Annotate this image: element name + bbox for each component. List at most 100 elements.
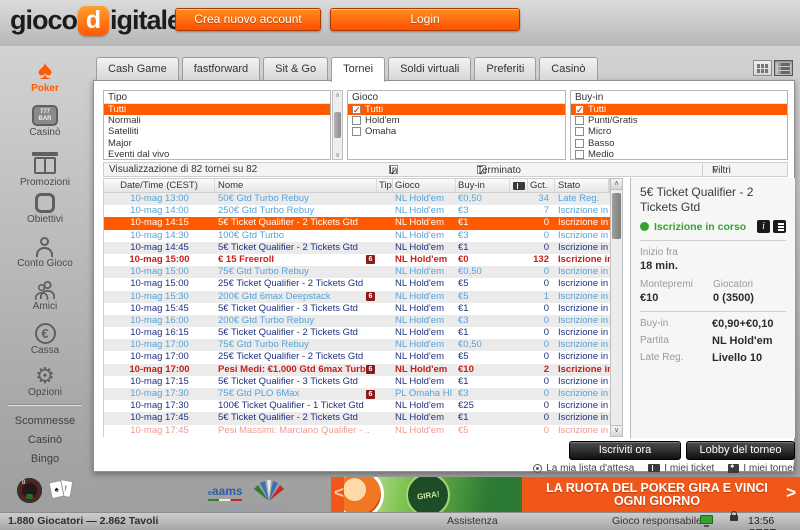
filter-option-punti-gratis[interactable]: Punti/Gratis bbox=[571, 115, 787, 126]
tipo-scrollbar-thumb[interactable] bbox=[334, 112, 341, 138]
cell-name: 100€ Gtd Turbo bbox=[218, 229, 285, 241]
create-account-button[interactable]: Crea nuovo account bbox=[175, 8, 321, 31]
filter-option-normali[interactable]: Normali bbox=[104, 115, 330, 126]
tipo-scrollbar[interactable]: ∧ ∨ bbox=[332, 90, 343, 160]
cell-gioco: NL Hold'em bbox=[395, 314, 444, 326]
filter-option-omaha[interactable]: Omaha bbox=[348, 126, 565, 137]
filter-option-satelliti[interactable]: Satelliti bbox=[104, 126, 330, 137]
sidebar-item-amici[interactable]: Amici bbox=[0, 280, 90, 312]
table-row[interactable]: 10-mag 15:45 5€ Ticket Qualifier - 3 Tick… bbox=[104, 303, 610, 315]
register-now-button[interactable]: Iscriviti ora bbox=[569, 441, 681, 460]
cell-stato: Iscrizione in corso bbox=[558, 302, 610, 314]
my-tournaments-link[interactable]: I miei tornei bbox=[728, 463, 795, 474]
cell-buyin: €10 bbox=[458, 363, 474, 375]
tab-fastforward[interactable]: fastforward bbox=[181, 57, 261, 80]
table-scrollbar[interactable]: ∧ ∨ bbox=[610, 178, 623, 437]
cell-name: 5€ Ticket Qualifier - 2 Tickets Gtd bbox=[218, 327, 358, 339]
assistenza-link[interactable]: Assistenza bbox=[447, 515, 498, 527]
my-tickets-link[interactable]: I miei ticket bbox=[648, 463, 714, 474]
table-row[interactable]: 10-mag 14:30 100€ Gtd Turbo NL Hold'em €3 0 I… bbox=[104, 230, 610, 242]
waitlist-link[interactable]: La mia lista d'attesa bbox=[533, 463, 634, 474]
gift-icon bbox=[32, 152, 58, 174]
tab-soldi-virtuali[interactable]: Soldi virtuali bbox=[388, 57, 472, 80]
table-row[interactable]: 10-mag 17:00 Pesi Medi: €1.000 Gtd 6max T… bbox=[104, 363, 610, 376]
sidebar-link-scommesse[interactable]: Scommesse bbox=[0, 415, 90, 427]
list-view-toggle[interactable] bbox=[774, 60, 793, 76]
cell-gioco: NL Hold'em bbox=[395, 229, 444, 241]
tab-casin-[interactable]: Casinò bbox=[539, 57, 598, 80]
col-ticket[interactable] bbox=[510, 179, 528, 192]
tab-sit-go[interactable]: Sit & Go bbox=[263, 57, 329, 80]
scroll-down-icon[interactable]: ∨ bbox=[335, 151, 340, 159]
tournament-lobby-button[interactable]: Lobby del torneo bbox=[686, 441, 795, 460]
col-stato[interactable]: Stato bbox=[555, 179, 609, 192]
table-row[interactable]: 10-mag 14:45 5€ Ticket Qualifier - 2 Tick… bbox=[104, 241, 610, 254]
table-row[interactable]: 10-mag 15:00 75€ Gtd Turbo Rebuy NL Hold'e… bbox=[104, 266, 610, 279]
filter-option-medio[interactable]: Medio bbox=[571, 149, 787, 160]
col-date[interactable]: Date/Time (CEST) bbox=[104, 179, 215, 192]
filtri-label: Filtri bbox=[712, 165, 731, 176]
scroll-up-icon[interactable]: ∧ bbox=[335, 91, 340, 99]
table-row[interactable]: 10-mag 15:30 200€ Gtd 6max Deepstack 6 NL H… bbox=[104, 290, 610, 303]
sidebar-item-promozioni[interactable]: Promozioni bbox=[0, 151, 90, 188]
table-row[interactable]: 10-mag 17:45 Pesi Massimi: Marciano Quali… bbox=[104, 425, 610, 437]
table-row[interactable]: 10-mag 17:45 5€ Ticket Qualifier - 2 Tick… bbox=[104, 412, 610, 425]
tab-preferiti[interactable]: Preferiti bbox=[474, 57, 537, 80]
table-row[interactable]: 10-mag 14:00 250€ Gtd Turbo Rebuy NL Hold'… bbox=[104, 205, 610, 217]
filter-option-tutti[interactable]: ✓ Tutti bbox=[571, 104, 787, 116]
table-layout-icon[interactable] bbox=[773, 220, 786, 233]
promo-banner[interactable]: < GIRA! LA RUOTA DEL POKER GIRA E VINCI … bbox=[331, 477, 800, 512]
filter-option-tutti[interactable]: Tutti bbox=[104, 104, 330, 116]
table-row[interactable]: 10-mag 17:15 5€ Ticket Qualifier - 3 Tick… bbox=[104, 376, 610, 388]
sidebar-item-cassa[interactable]: € Cassa bbox=[0, 323, 90, 356]
login-button[interactable]: Login bbox=[330, 8, 520, 31]
sidebar-link-casino[interactable]: Casinò bbox=[0, 434, 90, 446]
sidebar-item-poker[interactable]: ♠ Poker bbox=[0, 57, 90, 95]
filter-option-micro[interactable]: Micro bbox=[571, 126, 787, 137]
table-row[interactable]: 10-mag 16:00 200€ Gtd Turbo Rebuy NL Hold'… bbox=[104, 314, 610, 328]
table-row[interactable]: 10-mag 16:15 5€ Ticket Qualifier - 2 Tick… bbox=[104, 327, 610, 339]
tab-tornei[interactable]: Tornei bbox=[331, 57, 386, 82]
roulette-icon[interactable] bbox=[17, 478, 42, 503]
filter-option-hold-em[interactable]: Hold'em bbox=[348, 115, 565, 126]
table-row[interactable]: 10-mag 17:30 75€ Gtd PLO 6Max 6 PL Omaha HI… bbox=[104, 388, 610, 401]
table-row[interactable]: 10-mag 15:00 € 15 Freeroll 6 NL Hold'em €0 13… bbox=[104, 254, 610, 266]
banner-prev-icon[interactable]: < bbox=[334, 483, 344, 503]
cell-date: 10-mag 17:45 bbox=[130, 424, 189, 436]
filter-option-tutti[interactable]: ✓ Tutti bbox=[348, 104, 565, 116]
filter-option-major[interactable]: Major bbox=[104, 138, 330, 149]
table-row[interactable]: 10-mag 13:00 50€ Gtd Turbo Rebuy NL Hold'e… bbox=[104, 193, 610, 206]
cell-name: 75€ Gtd PLO 6Max 6 bbox=[215, 388, 377, 400]
table-scrollbar-thumb[interactable] bbox=[612, 193, 621, 239]
table-row[interactable]: 10-mag 17:00 25€ Ticket Qualifier - 2 Tic… bbox=[104, 351, 610, 363]
col-nome[interactable]: Nome bbox=[215, 179, 377, 192]
filter-option-label: Punti/Gratis bbox=[588, 115, 638, 127]
sidebar-item-casino[interactable]: 777 BAR Casinò bbox=[0, 105, 90, 138]
scroll-up-icon[interactable]: ∧ bbox=[611, 179, 622, 190]
cell-name: 200€ Gtd 6max Deepstack 6 bbox=[215, 291, 377, 303]
col-tipo[interactable]: Tipo bbox=[377, 179, 393, 192]
col-gioco[interactable]: Gioco bbox=[393, 179, 456, 192]
sidebar-item-opzioni[interactable]: ⚙ Opzioni bbox=[0, 365, 90, 399]
info-icon[interactable]: i bbox=[757, 220, 770, 233]
col-buyin[interactable]: Buy-in bbox=[456, 179, 510, 192]
scroll-down-icon[interactable]: ∨ bbox=[611, 425, 622, 436]
table-row[interactable]: 10-mag 14:15 5€ Ticket Qualifier - 2 Tick… bbox=[104, 217, 610, 230]
tiles-view-toggle[interactable] bbox=[753, 60, 772, 76]
responsible-gaming-link[interactable]: Gioco responsabile bbox=[612, 515, 702, 527]
cell-gct: 1 bbox=[543, 290, 549, 302]
col-gct[interactable]: Gct. bbox=[528, 179, 555, 192]
sidebar-link-bingo[interactable]: Bingo bbox=[0, 453, 90, 465]
detail-status: Iscrizione in corso bbox=[654, 220, 747, 233]
sidebar-item-conto-gioco[interactable]: Conto Gioco bbox=[0, 237, 90, 269]
playing-cards-icon[interactable]: ! ♠ bbox=[48, 478, 75, 503]
filter-option-basso[interactable]: Basso bbox=[571, 138, 787, 149]
table-row[interactable]: 10-mag 15:00 25€ Ticket Qualifier - 2 Tic… bbox=[104, 278, 610, 290]
banner-next-icon[interactable]: > bbox=[786, 483, 796, 503]
filter-option-eventi-dal-vivo[interactable]: Eventi dal vivo bbox=[104, 149, 330, 160]
table-row[interactable]: 10-mag 17:30 100€ Ticket Qualifier - 1 Ti… bbox=[104, 400, 610, 412]
sidebar-item-obiettivi[interactable]: Obiettivi bbox=[0, 193, 90, 225]
table-row[interactable]: 10-mag 17:00 75€ Gtd Turbo Rebuy NL Hold'e… bbox=[104, 339, 610, 352]
cell-date: 10-mag 16:15 bbox=[130, 327, 189, 339]
tab-cash-game[interactable]: Cash Game bbox=[96, 57, 179, 80]
